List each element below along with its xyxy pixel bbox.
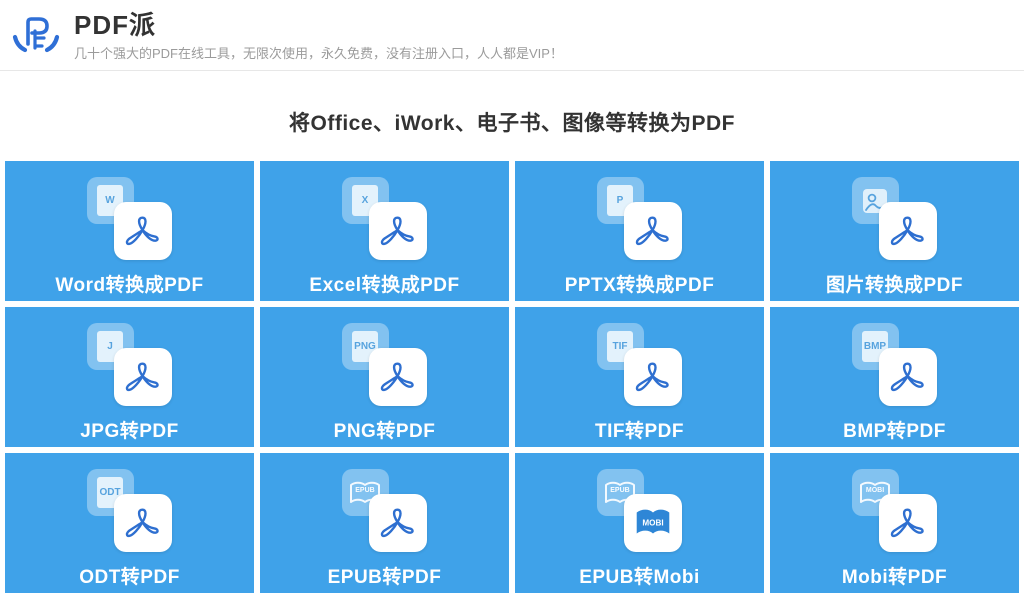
target-format-icon: MOBI [114, 202, 172, 260]
pdf-logo-icon [376, 355, 420, 399]
conversion-icon: EPUB EPUB [597, 469, 683, 553]
conversion-icon: TIF TIF [597, 323, 683, 407]
tool-tile[interactable]: MOBI 图片转换成PDF [770, 161, 1019, 301]
target-format-icon: MOBI [624, 348, 682, 406]
tool-tile[interactable]: PNG PNG [260, 307, 509, 447]
conversion-icon: BMP BMP [852, 323, 938, 407]
pdf-logo-icon [121, 501, 165, 545]
pdf-logo-icon [886, 209, 930, 253]
tool-label: 图片转换成PDF [826, 270, 963, 297]
tool-tile[interactable]: W W [5, 161, 254, 301]
conversion-icon: PNG PNG [342, 323, 428, 407]
conversion-icon: EPUB EPUB [342, 469, 428, 553]
tool-tile[interactable]: X X [260, 161, 509, 301]
tool-label: JPG转PDF [80, 416, 179, 443]
tool-label: EPUB转PDF [328, 562, 442, 589]
target-format-icon: MOBI [624, 494, 682, 552]
target-format-icon: MOBI [879, 348, 937, 406]
conversion-icon: X X [342, 177, 428, 261]
tool-tile[interactable]: EPUB EPUB [260, 453, 509, 593]
section-title: 将Office、iWork、电子书、图像等转换为PDF [0, 107, 1024, 137]
tool-label: Mobi转PDF [842, 562, 947, 589]
conversion-icon: P P [597, 177, 683, 261]
pdf-logo-icon [886, 501, 930, 545]
conversion-icon: MOBI MOBI [852, 469, 938, 553]
target-format-icon: MOBI [114, 348, 172, 406]
site-tagline: 几十个强大的PDF在线工具，无限次使用，永久免费，没有注册入口，人人都是VIP！ [74, 43, 563, 62]
tool-tile[interactable]: TIF TIF [515, 307, 764, 447]
tool-label: Word转换成PDF [55, 270, 203, 297]
pdf-logo-icon [631, 209, 675, 253]
conversion-icon: ODT ODT [87, 469, 173, 553]
tool-label: ODT转PDF [79, 562, 180, 589]
tool-tile[interactable]: ODT ODT [5, 453, 254, 593]
mobi-book-icon: MOBI [630, 500, 676, 546]
tool-label: PNG转PDF [334, 416, 436, 443]
tool-label: Excel转换成PDF [309, 270, 459, 297]
conversion-icon: MOBI [852, 177, 938, 261]
pdf-logo-icon [631, 355, 675, 399]
conversion-icon: W W [87, 177, 173, 261]
target-format-icon: MOBI [114, 494, 172, 552]
site-title[interactable]: PDF派 [74, 10, 563, 40]
tool-label: BMP转PDF [843, 416, 946, 443]
header: PDF派 几十个强大的PDF在线工具，无限次使用，永久免费，没有注册入口，人人都… [0, 0, 1024, 71]
tool-label: PPTX转换成PDF [565, 270, 715, 297]
conversion-icon: J J [87, 323, 173, 407]
pdf-logo-icon [886, 355, 930, 399]
svg-text:MOBI: MOBI [642, 518, 663, 527]
pdf-logo-icon [376, 209, 420, 253]
tool-label: EPUB转Mobi [579, 562, 700, 589]
target-format-icon: MOBI [624, 202, 682, 260]
tool-tile[interactable]: EPUB EPUB [515, 453, 764, 593]
site-identity: PDF派 几十个强大的PDF在线工具，无限次使用，永久免费，没有注册入口，人人都… [74, 8, 563, 62]
tool-tile[interactable]: P P [515, 161, 764, 301]
target-format-icon: MOBI [369, 494, 427, 552]
tool-tile[interactable]: MOBI MOBI [770, 453, 1019, 593]
target-format-icon: MOBI [369, 202, 427, 260]
tool-tile[interactable]: BMP BMP [770, 307, 1019, 447]
pdf-pai-logo-icon[interactable] [10, 9, 62, 61]
target-format-icon: MOBI [879, 494, 937, 552]
pdf-logo-icon [376, 501, 420, 545]
pdf-logo-icon [121, 355, 165, 399]
tools-grid: W W [0, 161, 1024, 593]
tool-tile[interactable]: J J [5, 307, 254, 447]
target-format-icon: MOBI [879, 202, 937, 260]
pdf-logo-icon [121, 209, 165, 253]
target-format-icon: MOBI [369, 348, 427, 406]
tool-label: TIF转PDF [595, 416, 684, 443]
